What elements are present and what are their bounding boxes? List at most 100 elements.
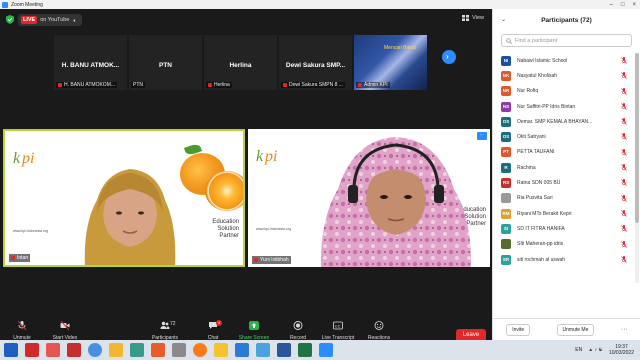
svg-text:k: k bbox=[13, 150, 21, 167]
microphone-muted-icon bbox=[621, 118, 627, 125]
participant-row[interactable]: NS Nur Saffitri-PP Idris Bintan bbox=[493, 99, 633, 114]
participant-search-input[interactable]: Find a participant bbox=[501, 34, 632, 47]
speaker-person bbox=[320, 137, 472, 267]
tray-icons[interactable]: ▲ ♪ ☯ bbox=[588, 347, 603, 353]
invite-button[interactable]: Invite bbox=[506, 323, 531, 336]
thumbnail-name-label: Dewi Sakura SMPN 8 ... bbox=[281, 82, 345, 88]
tile-name-label: Yuni Istibhah bbox=[252, 256, 291, 264]
live-stream-indicator[interactable]: LIVE on YouTube ▼ bbox=[18, 14, 82, 26]
website-url: www.kpi-indonesia.org bbox=[13, 229, 49, 233]
avatar: SR bbox=[501, 254, 511, 265]
microphone-muted-icon bbox=[621, 133, 627, 141]
avatar: NI bbox=[501, 55, 511, 66]
participant-row[interactable]: PT PETTA TAUFANI bbox=[493, 145, 633, 160]
close-icon[interactable]: × bbox=[632, 2, 636, 8]
muted-mic-icon bbox=[283, 82, 287, 87]
participant-row[interactable]: RS Ratna SDN 005 BU bbox=[493, 175, 633, 190]
participant-name: Okti Satryani bbox=[517, 134, 546, 141]
participant-row[interactable]: SI SD IT FITRA HANIFA bbox=[493, 221, 633, 236]
view-button[interactable]: View bbox=[462, 15, 484, 21]
panel-title: Participants (72) bbox=[541, 17, 592, 24]
participant-thumbnail-video[interactable]: Mencari Bakat Admin KPI bbox=[354, 35, 427, 90]
share-screen-button[interactable]: Share Screen bbox=[236, 321, 272, 341]
participant-thumbnail[interactable]: PTN PTN bbox=[129, 35, 202, 90]
pdf-reader-icon[interactable] bbox=[25, 343, 39, 357]
participant-row[interactable]: RM Riyani MTs Berakit Kepri bbox=[493, 206, 633, 221]
pdf-icon[interactable] bbox=[46, 343, 60, 357]
next-page-button[interactable]: › bbox=[442, 50, 456, 64]
meeting-top-bar: LIVE on YouTube ▼ View bbox=[0, 9, 492, 29]
participants-button[interactable]: 72 Participants bbox=[148, 321, 182, 341]
svg-text:k: k bbox=[256, 148, 264, 165]
avatar: R bbox=[501, 162, 511, 173]
avatar: RM bbox=[501, 208, 511, 219]
minimize-icon[interactable]: – bbox=[610, 2, 613, 8]
unmute-me-button[interactable]: Unmute Me bbox=[556, 323, 595, 336]
website-url: www.kpi-indonesia.org bbox=[256, 227, 292, 231]
maximize-icon[interactable]: □ bbox=[621, 2, 625, 8]
view-label: View bbox=[472, 15, 484, 21]
participant-row[interactable]: R Rachma bbox=[493, 160, 633, 175]
live-destination: on YouTube bbox=[40, 17, 70, 23]
participant-name: siti rochmah al uswah bbox=[517, 256, 566, 263]
participant-thumbnail[interactable]: Dewi Sakura SMP... Dewi Sakura SMPN 8 ..… bbox=[279, 35, 352, 90]
participant-row[interactable]: SR siti rochmah al uswah bbox=[493, 252, 633, 267]
unmute-button[interactable]: Unmute bbox=[10, 320, 34, 341]
photos-icon[interactable] bbox=[109, 343, 123, 357]
start-video-button[interactable]: Start Video bbox=[48, 320, 82, 341]
microphone-muted-icon bbox=[621, 209, 627, 217]
microphone-muted-icon bbox=[621, 87, 627, 95]
pdf-editor-icon[interactable] bbox=[67, 343, 81, 357]
windows-taskbar: EN ▲ ♪ ☯ 19:37 10/03/2022 bbox=[0, 340, 640, 360]
shield-icon[interactable] bbox=[6, 15, 14, 24]
participant-name: Ria Pusvita Sari bbox=[517, 195, 553, 202]
chrome-icon[interactable] bbox=[88, 343, 102, 357]
firefox-icon[interactable] bbox=[193, 343, 207, 357]
zoom-taskbar-icon[interactable] bbox=[319, 343, 333, 357]
live-transcript-button[interactable]: CC Live Transcript bbox=[318, 321, 358, 341]
video-tile[interactable]: k pi Education Solution Partner www.kpi-… bbox=[248, 129, 490, 267]
participant-row[interactable]: NR Nur Rofiq bbox=[493, 84, 633, 99]
search-placeholder: Find a participant bbox=[515, 37, 558, 44]
scrollbar[interactable] bbox=[635, 53, 639, 283]
orange-slice-image bbox=[205, 171, 243, 211]
participant-row[interactable]: OS Okti Satryani bbox=[493, 129, 633, 144]
participant-name: Nur Saffitri-PP Idris Bintan bbox=[517, 103, 576, 110]
panel-footer: Invite Unmute Me ··· bbox=[493, 318, 640, 340]
chevron-down-icon[interactable]: ⌄ bbox=[501, 16, 506, 23]
scrollbar-thumb[interactable] bbox=[635, 53, 639, 223]
participant-row[interactable]: NI Nabawi Islamic School bbox=[493, 53, 633, 68]
participant-row[interactable]: NK Nasyatul Kholisah bbox=[493, 68, 633, 83]
window-controls: – □ × bbox=[610, 2, 636, 8]
windows-start-icon[interactable] bbox=[4, 343, 18, 357]
participant-row[interactable]: SIti Maheran-pp idris bbox=[493, 237, 633, 252]
language-indicator[interactable]: EN bbox=[575, 347, 582, 353]
kpi-logo: k pi bbox=[256, 148, 277, 165]
participant-row[interactable]: OS Oemar. SMP KEMALA BHAYAN... bbox=[493, 114, 633, 129]
reactions-button[interactable]: Reactions bbox=[364, 321, 394, 341]
video-tile-speaker[interactable]: k pi Education Solution Partner www.kpi-… bbox=[3, 129, 245, 267]
store-icon[interactable] bbox=[151, 343, 165, 357]
file-explorer-icon[interactable] bbox=[214, 343, 228, 357]
record-button[interactable]: Record bbox=[286, 321, 310, 341]
participant-thumbnail[interactable]: Herlina Herlina bbox=[204, 35, 277, 90]
microphone-muted-icon bbox=[621, 194, 627, 202]
grid-icon bbox=[462, 15, 470, 21]
media-player-icon[interactable] bbox=[130, 343, 144, 357]
clock[interactable]: 19:37 10/03/2022 bbox=[609, 344, 634, 356]
video-camera-off-icon bbox=[60, 320, 70, 331]
app-icon[interactable] bbox=[235, 343, 249, 357]
app-icon[interactable] bbox=[172, 343, 186, 357]
more-options-icon[interactable]: ··· bbox=[621, 326, 628, 333]
muted-mic-icon bbox=[58, 82, 62, 87]
participant-name: Ratna SDN 005 BU bbox=[517, 180, 561, 187]
more-options-button[interactable]: ··· bbox=[477, 132, 487, 140]
word-icon[interactable] bbox=[277, 343, 291, 357]
participant-thumbnail[interactable]: H. BANU ATMOK... H. BANU ATMOKOM... bbox=[54, 35, 127, 90]
avatar: RS bbox=[501, 178, 511, 189]
onedrive-icon[interactable] bbox=[256, 343, 270, 357]
excel-icon[interactable] bbox=[298, 343, 312, 357]
muted-mic-icon bbox=[358, 82, 362, 87]
chat-button[interactable]: 4 Chat bbox=[202, 320, 224, 341]
participant-row[interactable]: Ria Pusvita Sari bbox=[493, 191, 633, 206]
